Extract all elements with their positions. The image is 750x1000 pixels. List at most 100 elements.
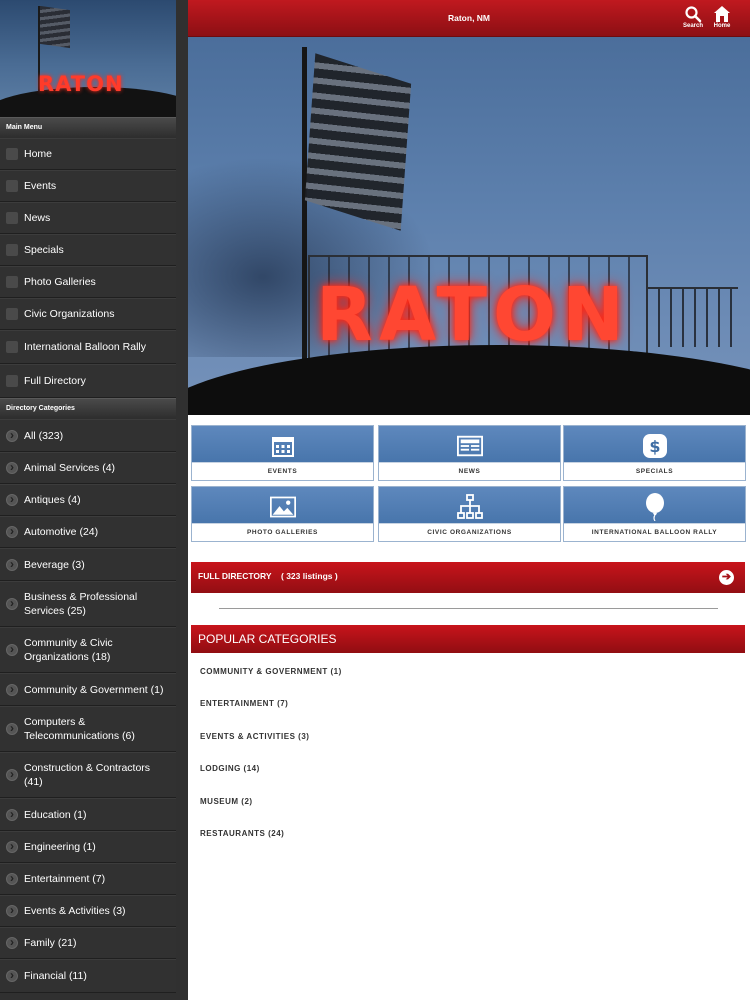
tile-civic-organizations[interactable]: CIVIC ORGANIZATIONS (378, 486, 561, 542)
fence (648, 287, 738, 347)
arrow-right-icon (6, 460, 18, 474)
sidebar-item-civic-organizations[interactable]: Civic Organizations (0, 298, 176, 330)
tile-label: EVENTS (192, 462, 373, 480)
category-item[interactable]: Financial (11) (0, 959, 176, 993)
category-label: Education (1) (24, 808, 87, 821)
sidebar-item-home[interactable]: Home (0, 138, 176, 170)
popular-category-link[interactable]: MUSEUM (2) (200, 797, 253, 806)
tile-label: PHOTO GALLERIES (192, 523, 373, 541)
category-label: Business & Professional Services (25) (24, 591, 138, 617)
category-item[interactable]: Engineering (1) (0, 831, 176, 863)
arrow-right-icon (6, 524, 18, 538)
image-icon (269, 494, 296, 520)
tile-specials[interactable]: $ SPECIALS (563, 425, 746, 481)
sidebar-item-events[interactable]: Events (0, 170, 176, 202)
full-directory-button[interactable]: FULL DIRECTORY ( 323 listings ) ➔ (191, 562, 745, 593)
category-item[interactable]: Events & Activities (3) (0, 895, 176, 927)
sidebar-item-label: Photo Galleries (24, 276, 96, 288)
search-label: Search (682, 23, 703, 29)
arrow-right-icon (6, 871, 18, 885)
category-item[interactable]: Computers & Telecommunications (6) (0, 706, 176, 752)
category-label: Community & Government (1) (24, 683, 164, 696)
sidebar-item-label: Home (24, 148, 53, 160)
sidebar-item-photo-galleries[interactable]: Photo Galleries (0, 266, 176, 298)
category-item[interactable]: Beverage (3) (0, 548, 176, 581)
category-item[interactable]: Antiques (4) (0, 484, 176, 516)
category-item[interactable]: Family (21) (0, 927, 176, 959)
sidebar-item-label: Events (24, 180, 57, 192)
popular-category-link[interactable]: COMMUNITY & GOVERNMENT (1) (200, 667, 342, 676)
raton-neon-sign: RATON (316, 272, 630, 358)
home-button[interactable]: Home (709, 5, 735, 33)
sidebar-hero-sign: RATON (38, 72, 124, 96)
home-label: Home (713, 23, 731, 29)
home-icon (714, 6, 730, 22)
popular-categories-heading: POPULAR CATEGORIES (191, 625, 745, 653)
hero-image: RATON (188, 37, 750, 415)
category-label: Antiques (4) (24, 494, 81, 506)
sidebar-item-label: Civic Organizations (24, 308, 115, 320)
arrow-right-icon (6, 807, 18, 821)
arrow-right-icon (6, 935, 18, 949)
tile-photo-galleries[interactable]: PHOTO GALLERIES (191, 486, 374, 542)
newspaper-icon (6, 212, 18, 224)
arrow-right-icon (6, 492, 18, 506)
main-menu-heading: Main Menu (0, 117, 176, 138)
category-item[interactable]: Business & Professional Services (25) (0, 581, 176, 627)
sidebar-hero-image: RATON (0, 0, 176, 117)
tile-news[interactable]: NEWS (378, 425, 561, 481)
directory-categories-heading: Directory Categories (0, 398, 176, 419)
sidebar-item-specials[interactable]: Specials (0, 234, 176, 266)
category-item[interactable]: Education (1) (0, 798, 176, 831)
org-chart-icon (456, 494, 483, 520)
category-item[interactable]: Community & Government (1) (0, 673, 176, 706)
page-title: Raton, NM (447, 13, 491, 23)
dollar-icon: $ (642, 433, 668, 459)
arrow-right-icon (6, 642, 18, 656)
category-item[interactable]: Entertainment (7) (0, 863, 176, 895)
popular-category-link[interactable]: RESTAURANTS (24) (200, 829, 284, 838)
category-label: Family (21) (24, 937, 77, 949)
popular-category-link[interactable]: LODGING (14) (200, 764, 260, 773)
tile-events[interactable]: EVENTS (191, 425, 374, 481)
sidebar-item-balloon-rally[interactable]: International Balloon Rally (0, 330, 176, 364)
arrow-right-icon (6, 682, 18, 696)
category-item[interactable]: Animal Services (4) (0, 452, 176, 484)
category-label: Animal Services (4) (24, 462, 116, 474)
category-label: All (323) (24, 429, 64, 442)
category-label: Financial (11) (24, 970, 87, 982)
category-label: Construction & Contractors (41) (24, 762, 151, 788)
category-item[interactable]: Construction & Contractors (41) (0, 752, 176, 798)
arrow-right-icon (6, 767, 18, 781)
category-item[interactable]: Automotive (24) (0, 516, 176, 548)
home-icon (6, 148, 18, 160)
arrow-right-circle-icon: ➔ (719, 570, 734, 585)
search-button[interactable]: Search (680, 5, 706, 33)
tile-balloon-rally[interactable]: INTERNATIONAL BALLOON RALLY (563, 486, 746, 542)
divider (219, 608, 718, 609)
calendar-icon (270, 433, 296, 459)
popular-category-link[interactable]: EVENTS & ACTIVITIES (3) (200, 732, 309, 741)
sidebar-item-news[interactable]: News (0, 202, 176, 234)
category-item[interactable]: All (323) (0, 419, 176, 452)
sidebar: RATON Main Menu Home Events News Special… (0, 0, 188, 1000)
tile-label: CIVIC ORGANIZATIONS (379, 523, 560, 541)
american-flag (304, 53, 412, 231)
dollar-icon (6, 244, 18, 256)
flagpole (302, 47, 307, 387)
flag (40, 5, 70, 49)
sidebar-item-label: News (24, 212, 51, 224)
category-item[interactable]: Community & Civic Organizations (18) (0, 627, 176, 673)
arrow-right-icon (6, 428, 18, 442)
category-label: Community & Civic Organizations (18) (24, 637, 113, 663)
arrow-right-icon (6, 596, 18, 610)
tile-label: NEWS (379, 462, 560, 480)
popular-category-link[interactable]: ENTERTAINMENT (7) (200, 699, 288, 708)
sidebar-item-full-directory[interactable]: Full Directory (0, 364, 176, 398)
category-label: Events & Activities (3) (24, 905, 126, 917)
svg-text:$: $ (649, 437, 660, 456)
top-bar: Raton, NM Search Home (188, 0, 750, 37)
app-window: RATON Main Menu Home Events News Special… (0, 0, 750, 1000)
category-label: Engineering (1) (24, 841, 96, 853)
arrow-right-icon (6, 557, 18, 571)
